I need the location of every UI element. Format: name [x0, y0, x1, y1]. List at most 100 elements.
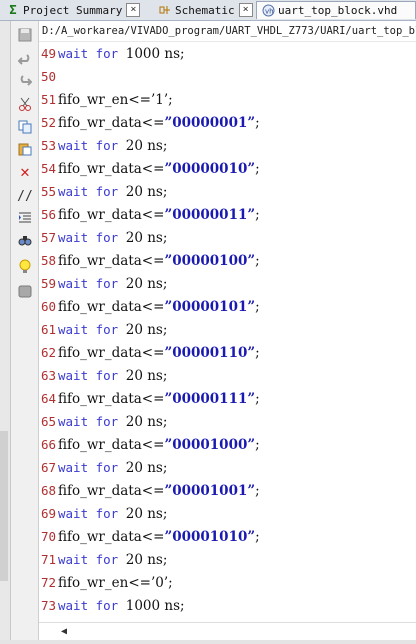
code-token: fifo_wr_data<= [58, 299, 165, 315]
code-string: ”00000110” [164, 345, 256, 361]
code-line[interactable]: 68 fifo_wr_data<=”00001001”; [39, 479, 416, 502]
code-line[interactable]: 70 fifo_wr_data<=”00001010”; [39, 525, 416, 548]
binoculars-icon[interactable] [16, 231, 34, 249]
tab-uart-top-block[interactable]: vh uart_top_block.vhd [256, 1, 416, 19]
undo-icon[interactable] [16, 52, 34, 70]
indent-icon[interactable] [16, 209, 34, 227]
close-icon[interactable]: × [126, 3, 141, 17]
code-keyword: wait for [58, 368, 126, 383]
code-token: ; [255, 253, 260, 269]
code-string: ”00001001” [164, 483, 256, 499]
code-line[interactable]: 52 fifo_wr_data<=”00000001”; [39, 111, 416, 134]
code-string: ”00000101” [164, 299, 256, 315]
code-line[interactable]: 57 wait for 20 ns; [39, 226, 416, 249]
lightbulb-icon[interactable] [16, 258, 34, 276]
tab-schematic[interactable]: Schematic × [154, 1, 254, 19]
code-token: 20 ns; [125, 322, 168, 338]
code-keyword: wait for [58, 276, 126, 291]
code-text: wait for 20 ns; [58, 368, 167, 384]
panel-splitter[interactable] [0, 431, 8, 581]
code-token: ; [255, 115, 260, 131]
code-line[interactable]: 53 wait for 20 ns; [39, 134, 416, 157]
copy-icon[interactable] [16, 118, 34, 136]
code-keyword: wait for [58, 184, 126, 199]
code-token: 20 ns; [125, 414, 168, 430]
code-line[interactable]: 64 fifo_wr_data<=”00000111”; [39, 387, 416, 410]
code-text: fifo_wr_data<=”00000110”; [58, 345, 260, 361]
file-path: D:/A_workarea/VIVADO_program/UART_VHDL_Z… [39, 21, 416, 42]
code-token: 20 ns; [125, 184, 168, 200]
code-text: wait for 1000 ns; [58, 46, 185, 62]
code-text: fifo_wr_data<=”00000001”; [58, 115, 260, 131]
line-number: 66 [40, 437, 56, 452]
code-token: fifo_wr_data<= [58, 345, 165, 361]
code-line[interactable]: 65 wait for 20 ns; [39, 410, 416, 433]
delete-icon[interactable]: ✕ [16, 162, 34, 181]
comment-icon[interactable]: // [16, 187, 34, 205]
code-keyword: wait for [58, 506, 126, 521]
line-number: 59 [40, 276, 56, 291]
code-line[interactable]: 62 fifo_wr_data<=”00000110”; [39, 341, 416, 364]
code-line[interactable]: 73 wait for 1000 ns; [39, 594, 416, 617]
code-line[interactable]: 55 wait for 20 ns; [39, 180, 416, 203]
close-icon[interactable]: × [238, 3, 253, 17]
code-string: ”00000111” [164, 391, 256, 407]
code-line[interactable]: 58 fifo_wr_data<=”00000100”; [39, 249, 416, 272]
code-token: ; [255, 299, 260, 315]
line-number: 58 [40, 253, 56, 268]
paste-icon[interactable] [16, 140, 34, 158]
code-text: fifo_wr_en<=’0’; [58, 575, 173, 591]
horizontal-scrollbar[interactable]: ◀ [39, 622, 416, 641]
code-token: 20 ns; [125, 368, 168, 384]
cut-icon[interactable] [16, 95, 34, 113]
code-keyword: wait for [58, 598, 126, 613]
code-line[interactable]: 67 wait for 20 ns; [39, 456, 416, 479]
code-string: ”00001010” [164, 529, 256, 545]
sigma-icon: Σ [9, 3, 17, 17]
code-text: wait for 20 ns; [58, 138, 167, 154]
code-editor[interactable]: D:/A_workarea/VIVADO_program/UART_VHDL_Z… [39, 21, 416, 644]
code-line[interactable]: 61 wait for 20 ns; [39, 318, 416, 341]
code-line[interactable]: 51 fifo_wr_en<=’1’; [39, 88, 416, 111]
code-line[interactable]: 60 fifo_wr_data<=”00000101”; [39, 295, 416, 318]
code-token: 1000 ns; [125, 46, 185, 62]
code-string: ”00001000” [164, 437, 256, 453]
code-token: ; [255, 207, 260, 223]
code-token: ; [255, 483, 260, 499]
code-token: 20 ns; [125, 552, 168, 568]
svg-text:vh: vh [265, 8, 274, 16]
vhdl-file-icon: vh [261, 4, 275, 18]
line-number: 61 [40, 322, 56, 337]
code-token: 1000 ns; [125, 598, 185, 614]
code-text: wait for 20 ns; [58, 276, 167, 292]
tab-project-summary[interactable]: Σ Project Summary × [2, 1, 152, 19]
code-line[interactable]: 49 wait for 1000 ns; [39, 42, 416, 65]
code-line[interactable]: 71 wait for 20 ns; [39, 548, 416, 571]
code-line[interactable]: 63 wait for 20 ns; [39, 364, 416, 387]
code-text: fifo_wr_data<=”00000101”; [58, 299, 260, 315]
code-text: fifo_wr_data<=”00000111”; [58, 391, 260, 407]
line-number: 69 [40, 506, 56, 521]
code-token: fifo_wr_data<= [58, 207, 165, 223]
code-keyword: wait for [58, 460, 126, 475]
line-number: 53 [40, 138, 56, 153]
code-line[interactable]: 50 [39, 65, 416, 88]
code-line[interactable]: 66 fifo_wr_data<=”00001000”; [39, 433, 416, 456]
code-line[interactable]: 69 wait for 20 ns; [39, 502, 416, 525]
redo-icon[interactable] [16, 73, 34, 91]
code-line[interactable]: 59 wait for 20 ns; [39, 272, 416, 295]
line-number: 49 [40, 46, 56, 61]
code-keyword: wait for [58, 552, 126, 567]
template-icon[interactable] [16, 282, 34, 300]
code-line[interactable]: 72 fifo_wr_en<=’0’; [39, 571, 416, 594]
code-line[interactable]: 54 fifo_wr_data<=”00000010”; [39, 157, 416, 180]
code-keyword: wait for [58, 46, 126, 61]
code-token: ; [255, 529, 260, 545]
left-panel-edge [0, 21, 11, 644]
scroll-left-icon[interactable]: ◀ [61, 626, 67, 637]
code-line[interactable]: 56 fifo_wr_data<=”00000011”; [39, 203, 416, 226]
code-token: 20 ns; [125, 276, 168, 292]
save-icon[interactable] [16, 26, 34, 44]
code-string: ”00000010” [164, 161, 256, 177]
code-string: ”00000100” [164, 253, 256, 269]
